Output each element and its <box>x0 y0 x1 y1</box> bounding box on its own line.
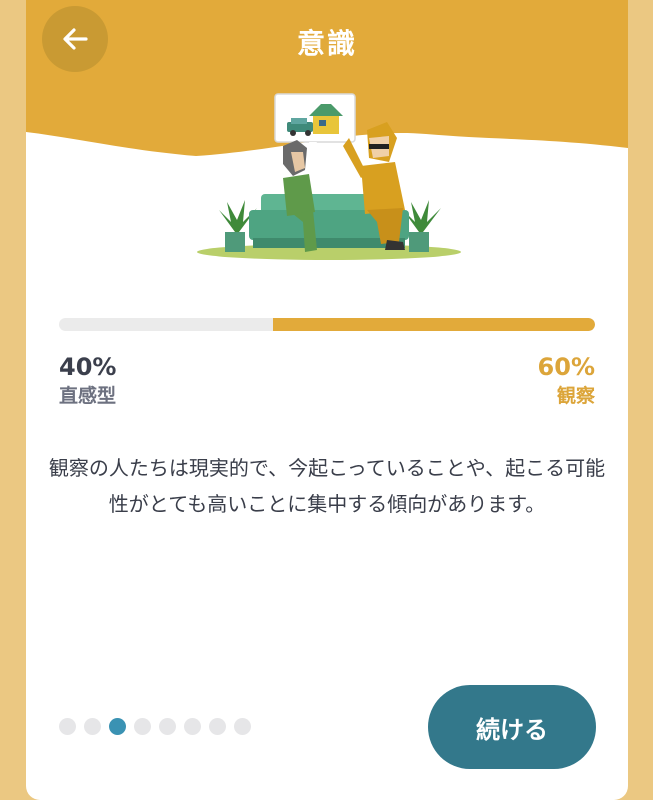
intuitive-stat: 40% 直感型 <box>59 352 116 410</box>
progress-fill-observant <box>273 318 595 331</box>
pagination-dot <box>234 718 251 735</box>
intuitive-label: 直感型 <box>59 385 117 407</box>
trait-description: 観察の人たちは現実的で、今起こっていることや、起こる可能性がとても高いことに集中… <box>48 456 606 516</box>
intuitive-percent: 40% <box>59 353 117 381</box>
pagination-dot <box>209 718 226 735</box>
pagination-dot <box>84 718 101 735</box>
pagination-dot <box>59 718 76 735</box>
observant-people-illustration <box>197 93 461 260</box>
observant-label: 観察 <box>556 385 595 407</box>
pagination-dot <box>159 718 176 735</box>
result-card: 意識 40% 直感型 60% 観察 観察の人たちは現実的で、今起こっていることや… <box>26 0 628 800</box>
observant-stat: 60% 観察 <box>538 352 595 410</box>
pagination-dot <box>109 718 126 735</box>
pagination-dots <box>59 718 251 735</box>
pagination-dot <box>184 718 201 735</box>
result-progress-bar <box>59 318 595 331</box>
page-title: 意識 <box>296 27 357 60</box>
observant-percent: 60% <box>537 353 595 381</box>
continue-button[interactable]: 続ける <box>428 685 596 769</box>
pagination-dot <box>134 718 151 735</box>
